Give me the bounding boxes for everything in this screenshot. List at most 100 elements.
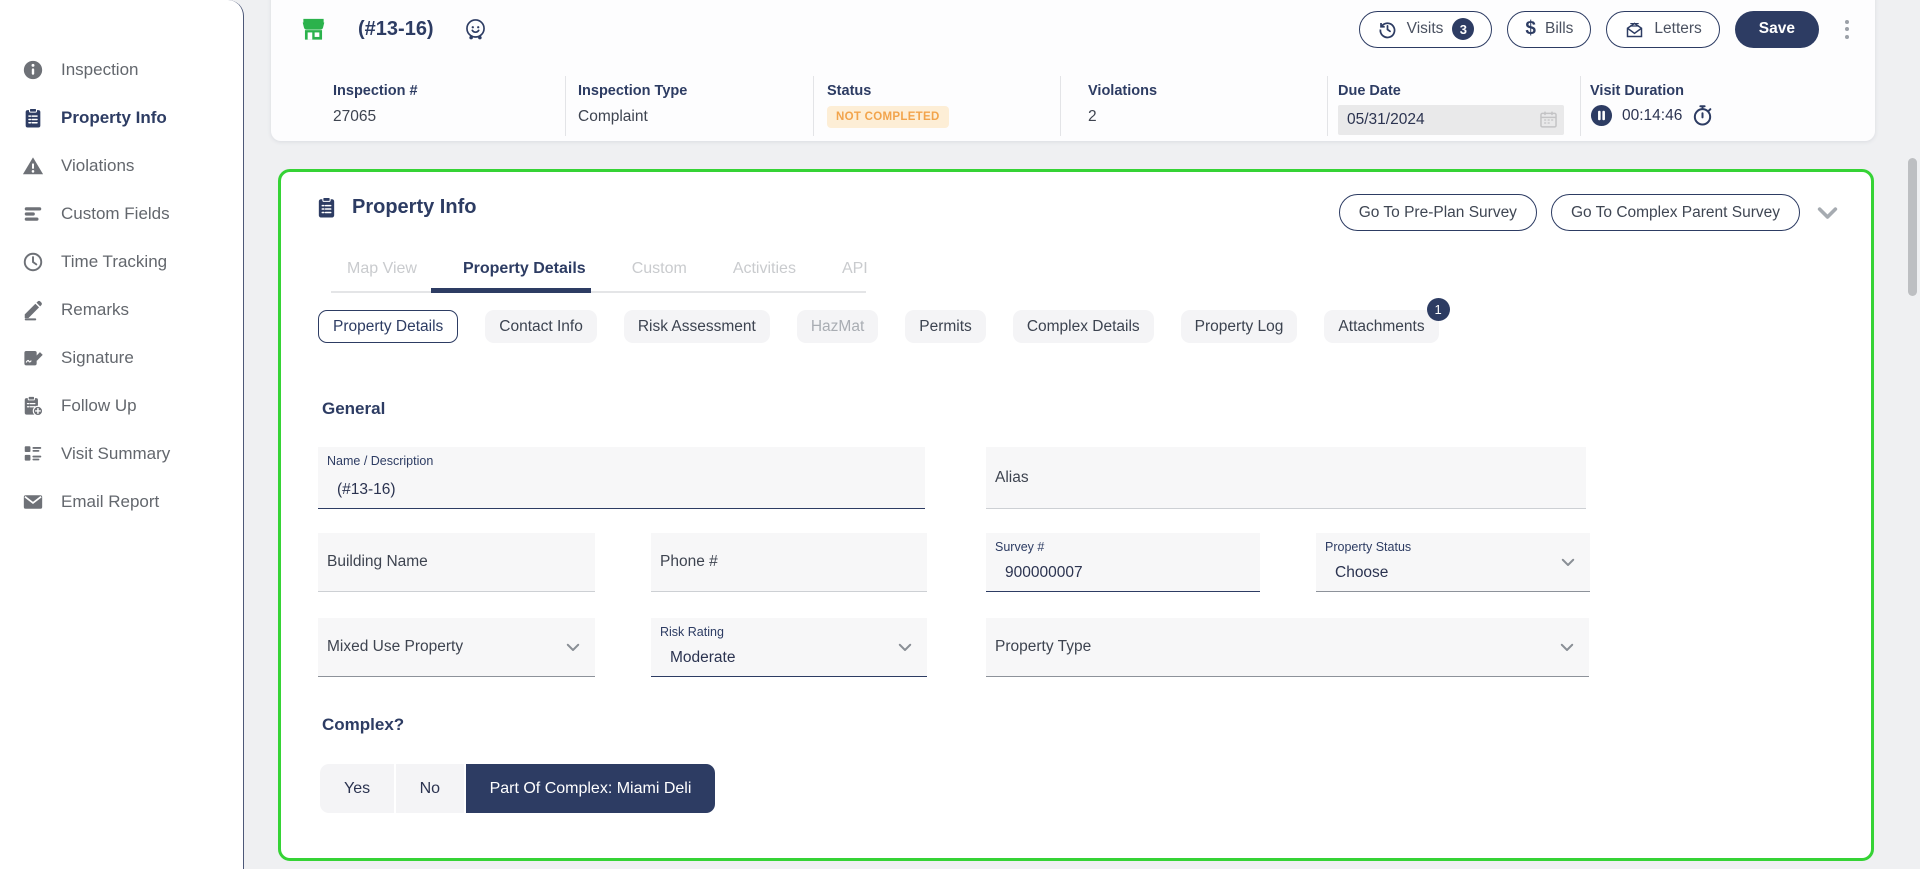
tab-map-view[interactable]: Map View	[347, 260, 417, 290]
subtab-property-log[interactable]: Property Log	[1181, 310, 1298, 343]
property-info-card: Property Info Go To Pre-Plan Survey Go T…	[278, 169, 1874, 861]
tab-underline	[331, 291, 866, 293]
go-to-preplan-survey-button[interactable]: Go To Pre-Plan Survey	[1339, 194, 1537, 231]
calendar-icon[interactable]	[1538, 109, 1559, 130]
sidebar-item-label: Signature	[61, 348, 134, 368]
info-due-date: Due Date	[1338, 83, 1564, 135]
due-date-input[interactable]	[1338, 105, 1564, 135]
field-value: Moderate	[670, 649, 735, 667]
visits-button[interactable]: Visits 3	[1359, 11, 1493, 48]
waze-icon[interactable]	[463, 17, 488, 42]
visits-label: Visits	[1407, 20, 1444, 38]
chevron-down-icon	[896, 638, 914, 656]
active-tab-underline	[431, 288, 591, 293]
info-label: Violations	[1088, 83, 1157, 99]
subtab-bar: Property Details Contact Info Risk Asses…	[318, 310, 1439, 343]
dollar-icon: $	[1525, 18, 1536, 40]
section-title: Property Info	[352, 196, 476, 219]
tab-api[interactable]: API	[842, 260, 868, 290]
info-inspection-number: Inspection # 27065	[333, 83, 418, 126]
info-label: Inspection Type	[578, 83, 687, 99]
field-placeholder: Building Name	[318, 533, 595, 591]
sidebar-item-label: Follow Up	[61, 396, 137, 416]
page-title: (#13-16)	[358, 18, 434, 41]
sidebar-item-label: Email Report	[61, 492, 159, 512]
divider	[1327, 76, 1328, 136]
chevron-down-icon	[1558, 638, 1576, 656]
subtab-property-details[interactable]: Property Details	[318, 310, 458, 343]
storefront-icon	[300, 16, 327, 43]
info-value: 2	[1088, 108, 1157, 126]
chevron-down-icon	[1559, 553, 1577, 571]
sidebar-item-follow-up[interactable]: Follow Up	[0, 382, 243, 430]
email-icon	[22, 491, 44, 513]
pause-icon[interactable]	[1590, 104, 1613, 127]
stopwatch-icon[interactable]	[1691, 104, 1714, 127]
subtab-attachments[interactable]: Attachments 1	[1324, 310, 1438, 343]
custom-fields-icon	[22, 203, 44, 225]
info-label: Inspection #	[333, 83, 418, 99]
sidebar-item-custom-fields[interactable]: Custom Fields	[0, 190, 243, 238]
sidebar-item-property-info[interactable]: Property Info	[0, 94, 243, 142]
divider	[565, 76, 566, 136]
sidebar-item-label: Custom Fields	[61, 204, 170, 224]
pencil-icon	[22, 299, 44, 321]
property-type-select[interactable]: Property Type	[986, 618, 1589, 677]
field-label: Name / Description	[327, 454, 433, 468]
sidebar-item-violations[interactable]: Violations	[0, 142, 243, 190]
tab-activities[interactable]: Activities	[733, 260, 796, 290]
info-violations: Violations 2	[1088, 83, 1157, 126]
sidebar-item-time-tracking[interactable]: Time Tracking	[0, 238, 243, 286]
info-label: Status	[827, 83, 949, 99]
sidebar-item-inspection[interactable]: Inspection	[0, 46, 243, 94]
warning-icon	[22, 155, 44, 177]
sidebar-item-signature[interactable]: Signature	[0, 334, 243, 382]
more-menu-icon[interactable]	[1839, 14, 1855, 45]
phone-field[interactable]: Phone #	[651, 533, 927, 592]
sidebar-item-label: Visit Summary	[61, 444, 170, 464]
sidebar-item-visit-summary[interactable]: Visit Summary	[0, 430, 243, 478]
go-to-complex-parent-survey-button[interactable]: Go To Complex Parent Survey	[1551, 194, 1800, 231]
app-window: Inspection Property Info Violations Cust…	[0, 0, 1920, 869]
complex-toggle-group: Yes No Part Of Complex: Miami Deli	[320, 764, 715, 813]
bills-button[interactable]: $ Bills	[1507, 11, 1591, 48]
building-name-field[interactable]: Building Name	[318, 533, 595, 592]
mixed-use-property-select[interactable]: Mixed Use Property	[318, 618, 595, 677]
header-actions: Visits 3 $ Bills Letters Save	[1359, 11, 1855, 48]
sidebar-item-email-report[interactable]: Email Report	[0, 478, 243, 526]
subtab-hazmat[interactable]: HazMat	[797, 310, 878, 343]
follow-up-icon	[22, 395, 44, 417]
alias-field[interactable]: Alias	[986, 447, 1586, 509]
inspection-header-card: (#13-16) Visits 3 $ Bills Letters Save	[271, 0, 1875, 141]
sidebar-item-remarks[interactable]: Remarks	[0, 286, 243, 334]
subtab-permits[interactable]: Permits	[905, 310, 986, 343]
general-heading: General	[322, 399, 385, 419]
risk-rating-select[interactable]: Risk Rating Moderate	[651, 618, 927, 677]
subtab-risk-assessment[interactable]: Risk Assessment	[624, 310, 770, 343]
letters-label: Letters	[1654, 20, 1701, 38]
field-placeholder: Phone #	[651, 533, 927, 591]
complex-yes-button[interactable]: Yes	[320, 764, 394, 813]
info-icon	[22, 59, 44, 81]
status-badge: NOT COMPLETED	[827, 106, 949, 128]
field-label: Risk Rating	[660, 625, 724, 639]
property-status-select[interactable]: Property Status Choose	[1316, 533, 1590, 592]
subtab-contact-info[interactable]: Contact Info	[485, 310, 597, 343]
header-title-row: (#13-16) Visits 3 $ Bills Letters Save	[271, 8, 1875, 50]
complex-part-of-button[interactable]: Part Of Complex: Miami Deli	[466, 764, 716, 813]
tab-property-details[interactable]: Property Details	[463, 260, 586, 290]
tab-custom[interactable]: Custom	[632, 260, 687, 290]
complex-no-button[interactable]: No	[396, 764, 464, 813]
collapse-chevron-icon[interactable]	[1814, 199, 1841, 226]
subtab-complex-details[interactable]: Complex Details	[1013, 310, 1154, 343]
survey-number-field[interactable]: Survey # 900000007	[986, 533, 1260, 592]
attachments-count-badge: 1	[1427, 298, 1450, 321]
clock-icon	[22, 251, 44, 273]
scrollbar-thumb[interactable]	[1908, 158, 1917, 296]
letters-button[interactable]: Letters	[1606, 11, 1719, 48]
name-description-field[interactable]: Name / Description (#13-16)	[318, 447, 925, 509]
save-button[interactable]: Save	[1735, 11, 1819, 48]
field-value: (#13-16)	[337, 481, 396, 499]
field-label: Survey #	[995, 540, 1044, 554]
divider	[813, 76, 814, 136]
